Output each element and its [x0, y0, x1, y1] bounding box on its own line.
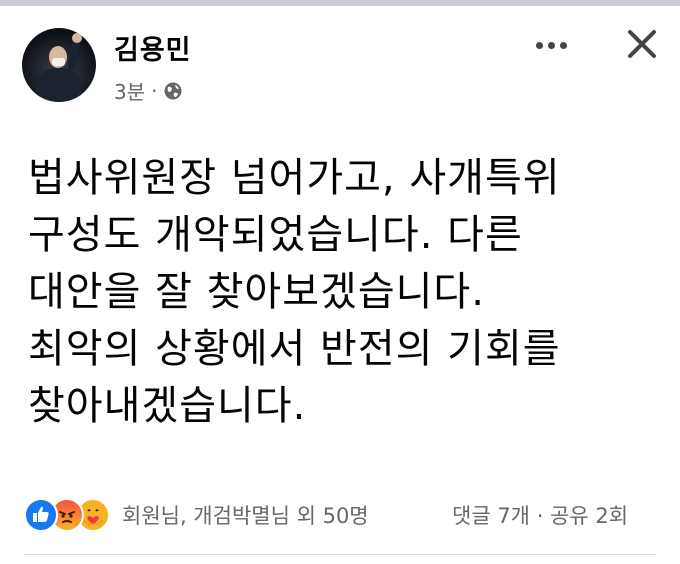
- post-line: 찾아내겠습니다.: [28, 383, 307, 429]
- shares-count[interactable]: 공유 2회: [550, 504, 628, 528]
- reaction-summary[interactable]: 회원님, 개검박멸님 외 50명: [122, 500, 369, 530]
- reaction-icons[interactable]: [24, 498, 124, 532]
- comments-count[interactable]: 댓글 7개: [452, 504, 530, 528]
- post-line: 구성도 개악되었습니다. 다른: [28, 212, 523, 258]
- post-text: 법사위원장 넘어가고, 사개특위 구성도 개악되었습니다. 다른 대안을 잘 찾…: [28, 150, 668, 435]
- more-options-icon[interactable]: [536, 40, 570, 50]
- close-icon[interactable]: [624, 26, 660, 62]
- meta-dot: ·: [151, 78, 158, 103]
- divider: [24, 554, 656, 555]
- globe-icon[interactable]: [163, 81, 183, 101]
- author-name[interactable]: 김용민: [114, 28, 192, 67]
- post-meta: 3분 ·: [114, 76, 183, 105]
- stats-dot: ·: [536, 504, 544, 528]
- top-edge: [0, 0, 680, 6]
- post-time[interactable]: 3분: [114, 76, 145, 105]
- post-stats: 댓글 7개 · 공유 2회: [452, 500, 628, 530]
- avatar[interactable]: [22, 28, 96, 102]
- post-line: 법사위원장 넘어가고, 사개특위: [28, 155, 561, 201]
- post-line: 대안을 잘 찾아보겠습니다.: [28, 269, 485, 315]
- like-icon: [24, 498, 58, 532]
- post-line: 최악의 상황에서 반전의 기회를: [28, 326, 561, 372]
